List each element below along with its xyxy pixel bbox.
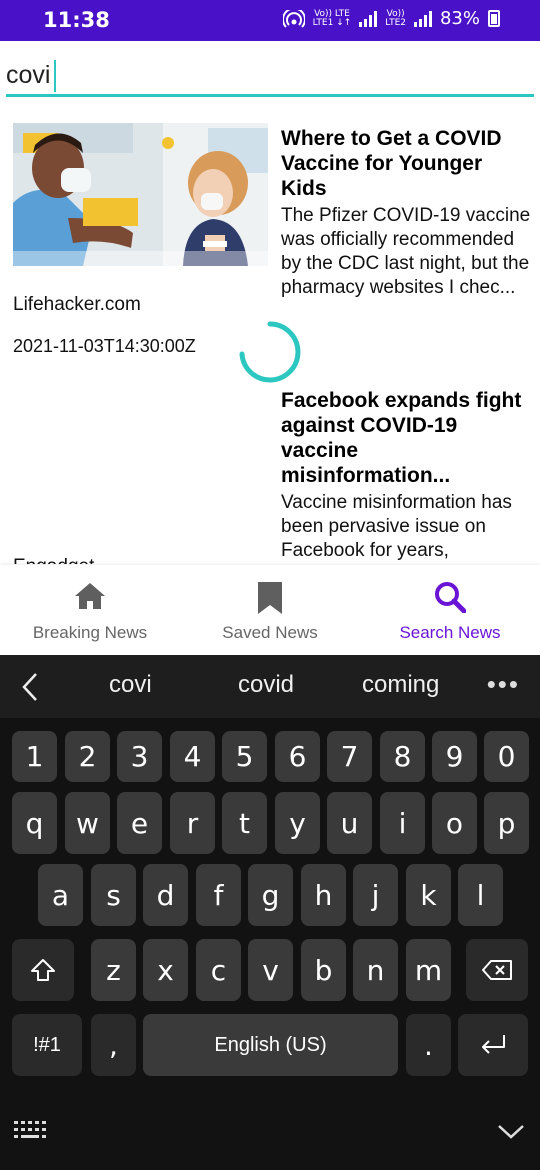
key[interactable]: k [406,864,451,926]
key[interactable]: j [353,864,398,926]
key[interactable]: t [222,792,267,854]
loading-spinner-icon [239,321,301,383]
key[interactable]: i [380,792,425,854]
symbols-key[interactable]: !#1 [12,1014,82,1076]
suggestion-item[interactable]: covi [109,671,152,699]
lte1-indicator: Vo)) LTE LTE1 ↓↑ [312,8,352,28]
article-title[interactable]: Facebook expands fight against COVID-19 … [281,388,531,488]
text-caret [54,60,56,92]
status-bar: 11:38 Vo)) LTE LTE1 ↓↑ Vo)) LTE2 83% [0,0,540,41]
article-source-clip: Engadget [0,550,540,564]
article-date: 2021-11-03T14:30:00Z [13,336,196,356]
key[interactable]: q [12,792,57,854]
key[interactable]: 3 [117,731,162,782]
article-title[interactable]: Where to Get a COVID Vaccine for Younger… [281,126,531,201]
key[interactable]: 5 [222,731,267,782]
bookmark-icon [258,582,282,614]
home-icon [75,583,105,609]
comma-key[interactable]: , [91,1014,136,1076]
search-bar[interactable] [6,52,534,98]
key[interactable]: 4 [170,731,215,782]
key[interactable]: o [432,792,477,854]
article-description: The Pfizer COVID-19 vaccine was official… [281,205,531,298]
more-options-icon[interactable]: ••• [487,669,520,700]
search-icon [435,582,466,613]
key[interactable]: y [275,792,320,854]
article-source: Lifehacker.com [13,294,141,315]
signal-icon-2 [413,10,432,27]
nav-breaking-news[interactable]: Breaking News [0,565,180,655]
key[interactable]: b [301,939,346,1001]
shift-icon [31,959,55,981]
search-input[interactable] [6,56,534,94]
backspace-icon [482,960,512,980]
key[interactable]: c [196,939,241,1001]
key[interactable]: x [143,939,188,1001]
key[interactable]: a [38,864,83,926]
key[interactable]: p [484,792,529,854]
hotspot-icon [282,9,305,28]
key[interactable]: 6 [275,731,320,782]
chevron-left-icon[interactable] [20,671,42,703]
chevron-down-icon[interactable] [497,1123,525,1141]
key[interactable]: e [117,792,162,854]
key[interactable]: 0 [484,731,529,782]
key[interactable]: 7 [327,731,372,782]
key[interactable]: m [406,939,451,1001]
key[interactable]: 9 [432,731,477,782]
nav-saved-news[interactable]: Saved News [180,565,360,655]
key[interactable]: 2 [65,731,110,782]
keyboard-footer [0,1085,540,1170]
key[interactable]: w [65,792,110,854]
key[interactable]: v [248,939,293,1001]
key[interactable]: u [327,792,372,854]
nav-label: Search News [399,623,501,642]
battery-icon [488,10,500,27]
key[interactable]: 1 [12,731,57,782]
bottom-navigation: Breaking News Saved News Search News [0,565,540,655]
keyboard-grid-icon[interactable] [14,1121,46,1141]
key[interactable]: d [143,864,188,926]
suggestion-item[interactable]: coming [362,671,439,699]
lte2-indicator: Vo)) LTE2 [385,8,406,28]
space-key[interactable]: English (US) [143,1014,398,1076]
enter-key[interactable] [458,1014,528,1076]
key[interactable]: s [91,864,136,926]
nav-label: Breaking News [32,623,148,642]
nav-label: Saved News [222,623,318,642]
suggestion-item[interactable]: covid [238,671,294,699]
enter-icon [482,1035,505,1054]
key[interactable]: l [458,864,503,926]
suggestion-bar: covi covid coming ••• [0,655,540,718]
key[interactable]: n [353,939,398,1001]
key[interactable]: f [196,864,241,926]
search-underline [6,94,534,97]
backspace-key[interactable] [466,939,528,1001]
shift-key[interactable] [12,939,74,1001]
key[interactable]: z [91,939,136,1001]
keyboard: covi covid coming ••• 1 2 3 4 5 6 7 8 9 … [0,655,540,1170]
signal-icon-1 [359,10,378,27]
key[interactable]: g [248,864,293,926]
key[interactable]: r [170,792,215,854]
article-thumbnail[interactable] [13,123,268,266]
nav-search-news[interactable]: Search News [360,565,540,655]
article-source: Engadget [13,556,94,564]
period-key[interactable]: . [406,1014,451,1076]
status-time: 11:38 [43,8,110,32]
key[interactable]: h [301,864,346,926]
status-icons: Vo)) LTE LTE1 ↓↑ Vo)) LTE2 83% [282,8,500,29]
battery-percent: 83% [439,8,480,29]
key[interactable]: 8 [380,731,425,782]
